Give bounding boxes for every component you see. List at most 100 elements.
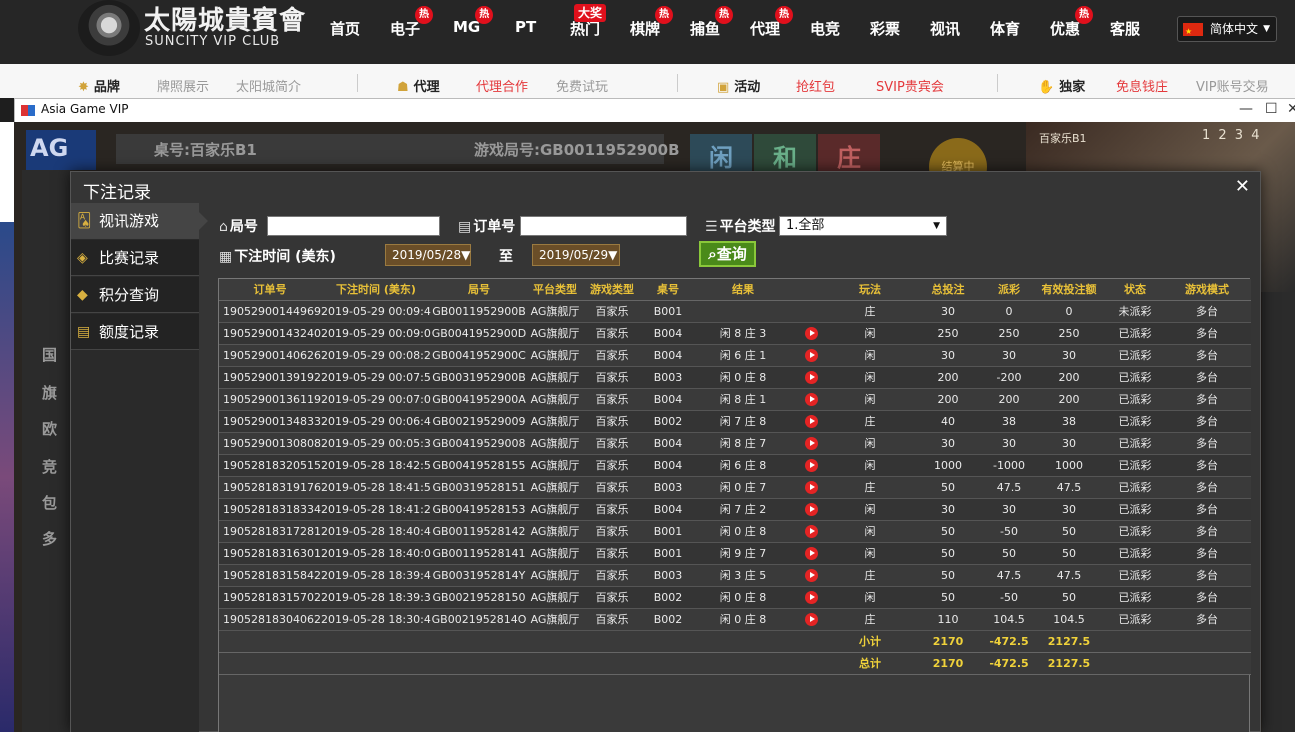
cell-replay[interactable] <box>791 432 831 455</box>
nav-item[interactable]: 彩票 <box>870 18 900 39</box>
game-window-titlebar[interactable]: Asia Game VIP — ☐ ✕ <box>14 98 1295 122</box>
cell-table: B004 <box>641 344 695 367</box>
cell-order: 190528183157023 <box>219 586 321 609</box>
lobby-item[interactable]: 欧 <box>42 418 57 439</box>
subnav-agent-coop[interactable]: 代理合作 <box>476 76 528 95</box>
play-replay-icon[interactable] <box>804 502 818 516</box>
cell-replay[interactable] <box>791 498 831 521</box>
nav-item[interactable]: 体育 <box>990 18 1020 39</box>
nav-item[interactable]: 代理热 <box>750 6 794 39</box>
play-replay-icon[interactable] <box>804 590 818 604</box>
subnav-red-packet[interactable]: 抢红包 <box>796 76 835 95</box>
platform-select[interactable]: 1.全部 ▼ <box>779 216 947 236</box>
cell-replay[interactable] <box>791 586 831 609</box>
nav-item[interactable]: 捕鱼热 <box>690 6 734 39</box>
play-replay-icon[interactable] <box>804 612 818 626</box>
cell-replay[interactable] <box>791 476 831 499</box>
play-replay-icon[interactable] <box>804 392 818 406</box>
table-row[interactable]: 190528183040627 2019-05-28 18:30:44 GB0021… <box>219 608 1251 631</box>
cell-replay[interactable] <box>791 410 831 433</box>
lobby-item[interactable]: 包 <box>42 492 57 513</box>
lobby-item[interactable]: 旗 <box>42 382 57 403</box>
table-row[interactable]: 190529001308086 2019-05-29 00:05:31 GB0041… <box>219 432 1251 455</box>
window-close-button[interactable]: ✕ <box>1287 101 1295 117</box>
cell-time: 2019-05-28 18:41:27 <box>321 498 431 521</box>
subnav-brand[interactable]: ✸ 品牌 <box>78 76 120 95</box>
cell-replay[interactable] <box>791 366 831 389</box>
date-from-picker[interactable]: 2019/05/28▼ <box>385 244 471 266</box>
nav-item[interactable]: 热门 大奖 <box>570 4 607 39</box>
nav-item[interactable]: 电子热 <box>390 6 434 39</box>
play-replay-icon[interactable] <box>804 326 818 340</box>
subnav-about[interactable]: 太阳城简介 <box>236 76 301 95</box>
nav-item[interactable]: PT <box>515 18 536 36</box>
menu-item-match-records[interactable]: ◈ 比赛记录 <box>71 240 199 276</box>
menu-item-credit-records[interactable]: ▤ 额度记录 <box>71 314 199 350</box>
nav-item[interactable]: 首页 <box>330 18 360 39</box>
nav-item[interactable]: MG 热 <box>453 6 494 36</box>
nav-item[interactable]: 优惠热 <box>1050 6 1094 39</box>
table-row[interactable]: 190528183191761 2019-05-28 18:41:58 GB0031… <box>219 476 1251 499</box>
play-replay-icon[interactable] <box>804 436 818 450</box>
play-replay-icon[interactable] <box>804 480 818 494</box>
table-row[interactable]: 190528183183346 2019-05-28 18:41:27 GB0041… <box>219 498 1251 521</box>
lobby-item[interactable]: 国 <box>42 344 57 365</box>
play-replay-icon[interactable] <box>804 546 818 560</box>
table-row[interactable]: 190529001391924 2019-05-29 00:07:59 GB0031… <box>219 366 1251 389</box>
subnav-free-trial[interactable]: 免费试玩 <box>556 76 608 95</box>
cell-replay[interactable] <box>791 322 831 345</box>
table-row[interactable]: 190529001361196 2019-05-29 00:07:03 GB0041… <box>219 388 1251 411</box>
site-logo[interactable]: 太陽城貴賓會 SUNCITY VIP CLUB <box>78 0 305 56</box>
nav-item[interactable]: 电竞 <box>810 18 840 39</box>
cell-replay[interactable] <box>791 608 831 631</box>
maximize-button[interactable]: ☐ <box>1265 101 1278 117</box>
order-input[interactable] <box>520 216 687 236</box>
play-replay-icon[interactable] <box>804 524 818 538</box>
menu-item-points[interactable]: ◆ 积分查询 <box>71 277 199 313</box>
table-row[interactable]: 190529001449691 2019-05-29 00:09:43 GB0011… <box>219 300 1251 323</box>
table-row[interactable]: 190528183158428 2019-05-28 18:39:44 GB0031… <box>219 564 1251 587</box>
play-replay-icon[interactable] <box>804 370 818 384</box>
table-row[interactable]: 190529001406268 2019-05-29 00:08:24 GB0041… <box>219 344 1251 367</box>
column-header: 结果 <box>695 279 791 301</box>
play-replay-icon[interactable] <box>804 458 818 472</box>
total-label: 总计 <box>831 652 909 675</box>
nav-item[interactable]: 棋牌热 <box>630 6 674 39</box>
minimize-button[interactable]: — <box>1239 101 1253 117</box>
nav-item[interactable]: 客服 <box>1110 18 1140 39</box>
subnav-bank[interactable]: 免息钱庄 <box>1116 76 1168 95</box>
lobby-item[interactable]: 多 <box>42 528 57 549</box>
subnav-svip[interactable]: SVIP贵宾会 <box>876 76 944 95</box>
table-row[interactable]: 190529001348330 2019-05-29 00:06:47 GB0021… <box>219 410 1251 433</box>
subnav-activity[interactable]: ▣ 活动 <box>717 76 760 95</box>
query-button[interactable]: ⌕查询 <box>699 241 756 267</box>
cell-replay[interactable] <box>791 454 831 477</box>
subnav-exclusive[interactable]: ✋ 独家 <box>1038 76 1085 95</box>
table-row[interactable]: 190529001432409 2019-05-29 00:09:09 GB0041… <box>219 322 1251 345</box>
cell-replay[interactable] <box>791 344 831 367</box>
subnav-agent[interactable]: ☗ 代理 <box>397 76 440 95</box>
cell-replay[interactable] <box>791 520 831 543</box>
subnav-vip-trade[interactable]: VIP账号交易 <box>1196 76 1269 95</box>
cell-order: 190528183183346 <box>219 498 321 521</box>
language-select[interactable]: 简体中文 ▼ <box>1177 16 1277 44</box>
cell-time: 2019-05-28 18:40:44 <box>321 520 431 543</box>
menu-item-live-games[interactable]: 🂡 视讯游戏 <box>71 203 208 239</box>
modal-close-button[interactable]: ✕ <box>1235 176 1250 197</box>
subnav-license[interactable]: 牌照展示 <box>157 76 209 95</box>
play-replay-icon[interactable] <box>804 568 818 582</box>
lobby-item[interactable]: 竞 <box>42 456 57 477</box>
date-to-picker[interactable]: 2019/05/29▼ <box>532 244 620 266</box>
nav-item[interactable]: 视讯 <box>930 18 960 39</box>
table-row[interactable]: 190528183205152 2019-05-28 18:42:58 GB0041… <box>219 454 1251 477</box>
play-replay-icon[interactable] <box>804 348 818 362</box>
table-row[interactable]: 190528183157023 2019-05-28 18:39:30 GB0021… <box>219 586 1251 609</box>
round-input[interactable] <box>267 216 440 236</box>
table-row[interactable]: 190528183172819 2019-05-28 18:40:44 GB0011… <box>219 520 1251 543</box>
cell-replay[interactable] <box>791 388 831 411</box>
cell-replay[interactable] <box>791 564 831 587</box>
play-replay-icon[interactable] <box>804 414 818 428</box>
cell-table: B001 <box>641 542 695 565</box>
table-row[interactable]: 190528183163018 2019-05-28 18:40:03 GB0011… <box>219 542 1251 565</box>
cell-replay[interactable] <box>791 542 831 565</box>
